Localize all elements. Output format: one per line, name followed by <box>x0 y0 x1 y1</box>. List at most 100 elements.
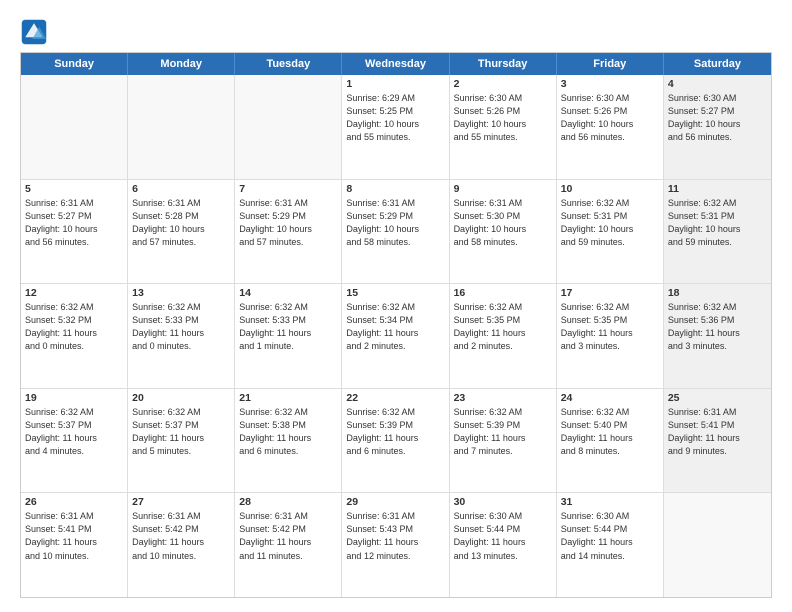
day-number: 29 <box>346 496 444 508</box>
cal-cell: 2 Sunrise: 6:30 AM Sunset: 5:26 PM Daylig… <box>450 75 557 179</box>
day-number: 26 <box>25 496 123 508</box>
cal-cell: 16 Sunrise: 6:32 AM Sunset: 5:35 PM Dayli… <box>450 284 557 388</box>
cal-cell: 24 Sunrise: 6:32 AM Sunset: 5:40 PM Dayli… <box>557 389 664 493</box>
cell-info: Sunrise: 6:32 AM Sunset: 5:39 PM Dayligh… <box>454 406 552 458</box>
cal-cell: 31 Sunrise: 6:30 AM Sunset: 5:44 PM Dayli… <box>557 493 664 597</box>
day-number: 30 <box>454 496 552 508</box>
cell-info: Sunrise: 6:32 AM Sunset: 5:38 PM Dayligh… <box>239 406 337 458</box>
cell-info: Sunrise: 6:31 AM Sunset: 5:41 PM Dayligh… <box>25 510 123 562</box>
calendar-body: 1Sunrise: 6:29 AM Sunset: 5:25 PM Daylig… <box>21 75 771 597</box>
cell-info: Sunrise: 6:32 AM Sunset: 5:32 PM Dayligh… <box>25 301 123 353</box>
cal-cell: 19 Sunrise: 6:32 AM Sunset: 5:37 PM Dayli… <box>21 389 128 493</box>
day-number: 12 <box>25 287 123 299</box>
cell-info: Sunrise: 6:32 AM Sunset: 5:40 PM Dayligh… <box>561 406 659 458</box>
cal-cell: 27Sunrise: 6:31 AM Sunset: 5:42 PM Dayli… <box>128 493 235 597</box>
logo-icon <box>20 18 48 46</box>
day-number: 4 <box>668 78 767 90</box>
cell-info: Sunrise: 6:32 AM Sunset: 5:34 PM Dayligh… <box>346 301 444 353</box>
cell-info: Sunrise: 6:32 AM Sunset: 5:35 PM Dayligh… <box>454 301 552 353</box>
day-number: 31 <box>561 496 659 508</box>
cal-cell: 15 Sunrise: 6:32 AM Sunset: 5:34 PM Dayli… <box>342 284 449 388</box>
cell-info: Sunrise: 6:32 AM Sunset: 5:39 PM Dayligh… <box>346 406 444 458</box>
day-number: 9 <box>454 183 552 195</box>
cell-info: Sunrise: 6:32 AM Sunset: 5:35 PM Dayligh… <box>561 301 659 353</box>
cell-info: Sunrise: 6:30 AM Sunset: 5:44 PM Dayligh… <box>561 510 659 562</box>
cal-cell <box>664 493 771 597</box>
cell-info: Sunrise: 6:31 AM Sunset: 5:42 PM Dayligh… <box>132 510 230 562</box>
cell-info: Sunrise: 6:32 AM Sunset: 5:33 PM Dayligh… <box>132 301 230 353</box>
day-number: 6 <box>132 183 230 195</box>
calendar-header: SundayMondayTuesdayWednesdayThursdayFrid… <box>21 53 771 75</box>
day-number: 24 <box>561 392 659 404</box>
cal-cell: 9 Sunrise: 6:31 AM Sunset: 5:30 PM Daylig… <box>450 180 557 284</box>
cell-info: Sunrise: 6:31 AM Sunset: 5:30 PM Dayligh… <box>454 197 552 249</box>
logo <box>20 18 52 46</box>
week-row-4: 19 Sunrise: 6:32 AM Sunset: 5:37 PM Dayli… <box>21 389 771 494</box>
cell-info: Sunrise: 6:32 AM Sunset: 5:31 PM Dayligh… <box>668 197 767 249</box>
cal-cell: 13 Sunrise: 6:32 AM Sunset: 5:33 PM Dayli… <box>128 284 235 388</box>
week-row-2: 5 Sunrise: 6:31 AM Sunset: 5:27 PM Daylig… <box>21 180 771 285</box>
day-number: 13 <box>132 287 230 299</box>
cal-cell: 29 Sunrise: 6:31 AM Sunset: 5:43 PM Dayli… <box>342 493 449 597</box>
cell-info: Sunrise: 6:31 AM Sunset: 5:42 PM Dayligh… <box>239 510 337 562</box>
day-number: 5 <box>25 183 123 195</box>
header-day-wednesday: Wednesday <box>342 53 449 75</box>
day-number: 28 <box>239 496 337 508</box>
day-number: 21 <box>239 392 337 404</box>
header-day-thursday: Thursday <box>450 53 557 75</box>
day-number: 7 <box>239 183 337 195</box>
week-row-5: 26 Sunrise: 6:31 AM Sunset: 5:41 PM Dayli… <box>21 493 771 597</box>
day-number: 8 <box>346 183 444 195</box>
cell-info: Sunrise: 6:32 AM Sunset: 5:37 PM Dayligh… <box>132 406 230 458</box>
header-day-monday: Monday <box>128 53 235 75</box>
cal-cell: 18 Sunrise: 6:32 AM Sunset: 5:36 PM Dayli… <box>664 284 771 388</box>
cal-cell: 6Sunrise: 6:31 AM Sunset: 5:28 PM Daylig… <box>128 180 235 284</box>
day-number: 25 <box>668 392 767 404</box>
cell-info: Sunrise: 6:31 AM Sunset: 5:27 PM Dayligh… <box>25 197 123 249</box>
cal-cell: 11 Sunrise: 6:32 AM Sunset: 5:31 PM Dayli… <box>664 180 771 284</box>
header-day-saturday: Saturday <box>664 53 771 75</box>
cal-cell: 22 Sunrise: 6:32 AM Sunset: 5:39 PM Dayli… <box>342 389 449 493</box>
cell-info: Sunrise: 6:31 AM Sunset: 5:41 PM Dayligh… <box>668 406 767 458</box>
cal-cell: 12 Sunrise: 6:32 AM Sunset: 5:32 PM Dayli… <box>21 284 128 388</box>
day-number: 14 <box>239 287 337 299</box>
day-number: 17 <box>561 287 659 299</box>
header-day-sunday: Sunday <box>21 53 128 75</box>
cell-info: Sunrise: 6:31 AM Sunset: 5:43 PM Dayligh… <box>346 510 444 562</box>
cal-cell: 8Sunrise: 6:31 AM Sunset: 5:29 PM Daylig… <box>342 180 449 284</box>
header-day-friday: Friday <box>557 53 664 75</box>
cell-info: Sunrise: 6:30 AM Sunset: 5:44 PM Dayligh… <box>454 510 552 562</box>
calendar: SundayMondayTuesdayWednesdayThursdayFrid… <box>20 52 772 598</box>
cal-cell <box>21 75 128 179</box>
cal-cell: 1Sunrise: 6:29 AM Sunset: 5:25 PM Daylig… <box>342 75 449 179</box>
day-number: 15 <box>346 287 444 299</box>
cal-cell: 10Sunrise: 6:32 AM Sunset: 5:31 PM Dayli… <box>557 180 664 284</box>
cal-cell: 4 Sunrise: 6:30 AM Sunset: 5:27 PM Daylig… <box>664 75 771 179</box>
header-day-tuesday: Tuesday <box>235 53 342 75</box>
cal-cell: 28 Sunrise: 6:31 AM Sunset: 5:42 PM Dayli… <box>235 493 342 597</box>
cal-cell: 3 Sunrise: 6:30 AM Sunset: 5:26 PM Daylig… <box>557 75 664 179</box>
cell-info: Sunrise: 6:30 AM Sunset: 5:26 PM Dayligh… <box>561 92 659 144</box>
cell-info: Sunrise: 6:30 AM Sunset: 5:26 PM Dayligh… <box>454 92 552 144</box>
day-number: 10 <box>561 183 659 195</box>
day-number: 18 <box>668 287 767 299</box>
day-number: 19 <box>25 392 123 404</box>
cell-info: Sunrise: 6:32 AM Sunset: 5:33 PM Dayligh… <box>239 301 337 353</box>
cal-cell: 7 Sunrise: 6:31 AM Sunset: 5:29 PM Daylig… <box>235 180 342 284</box>
cal-cell: 20Sunrise: 6:32 AM Sunset: 5:37 PM Dayli… <box>128 389 235 493</box>
cell-info: Sunrise: 6:32 AM Sunset: 5:36 PM Dayligh… <box>668 301 767 353</box>
day-number: 3 <box>561 78 659 90</box>
page: SundayMondayTuesdayWednesdayThursdayFrid… <box>0 0 792 612</box>
cell-info: Sunrise: 6:32 AM Sunset: 5:37 PM Dayligh… <box>25 406 123 458</box>
day-number: 22 <box>346 392 444 404</box>
day-number: 2 <box>454 78 552 90</box>
day-number: 23 <box>454 392 552 404</box>
day-number: 11 <box>668 183 767 195</box>
cal-cell: 17 Sunrise: 6:32 AM Sunset: 5:35 PM Dayli… <box>557 284 664 388</box>
day-number: 16 <box>454 287 552 299</box>
cell-info: Sunrise: 6:30 AM Sunset: 5:27 PM Dayligh… <box>668 92 767 144</box>
cal-cell <box>235 75 342 179</box>
cal-cell <box>128 75 235 179</box>
cell-info: Sunrise: 6:31 AM Sunset: 5:29 PM Dayligh… <box>239 197 337 249</box>
cal-cell: 23 Sunrise: 6:32 AM Sunset: 5:39 PM Dayli… <box>450 389 557 493</box>
